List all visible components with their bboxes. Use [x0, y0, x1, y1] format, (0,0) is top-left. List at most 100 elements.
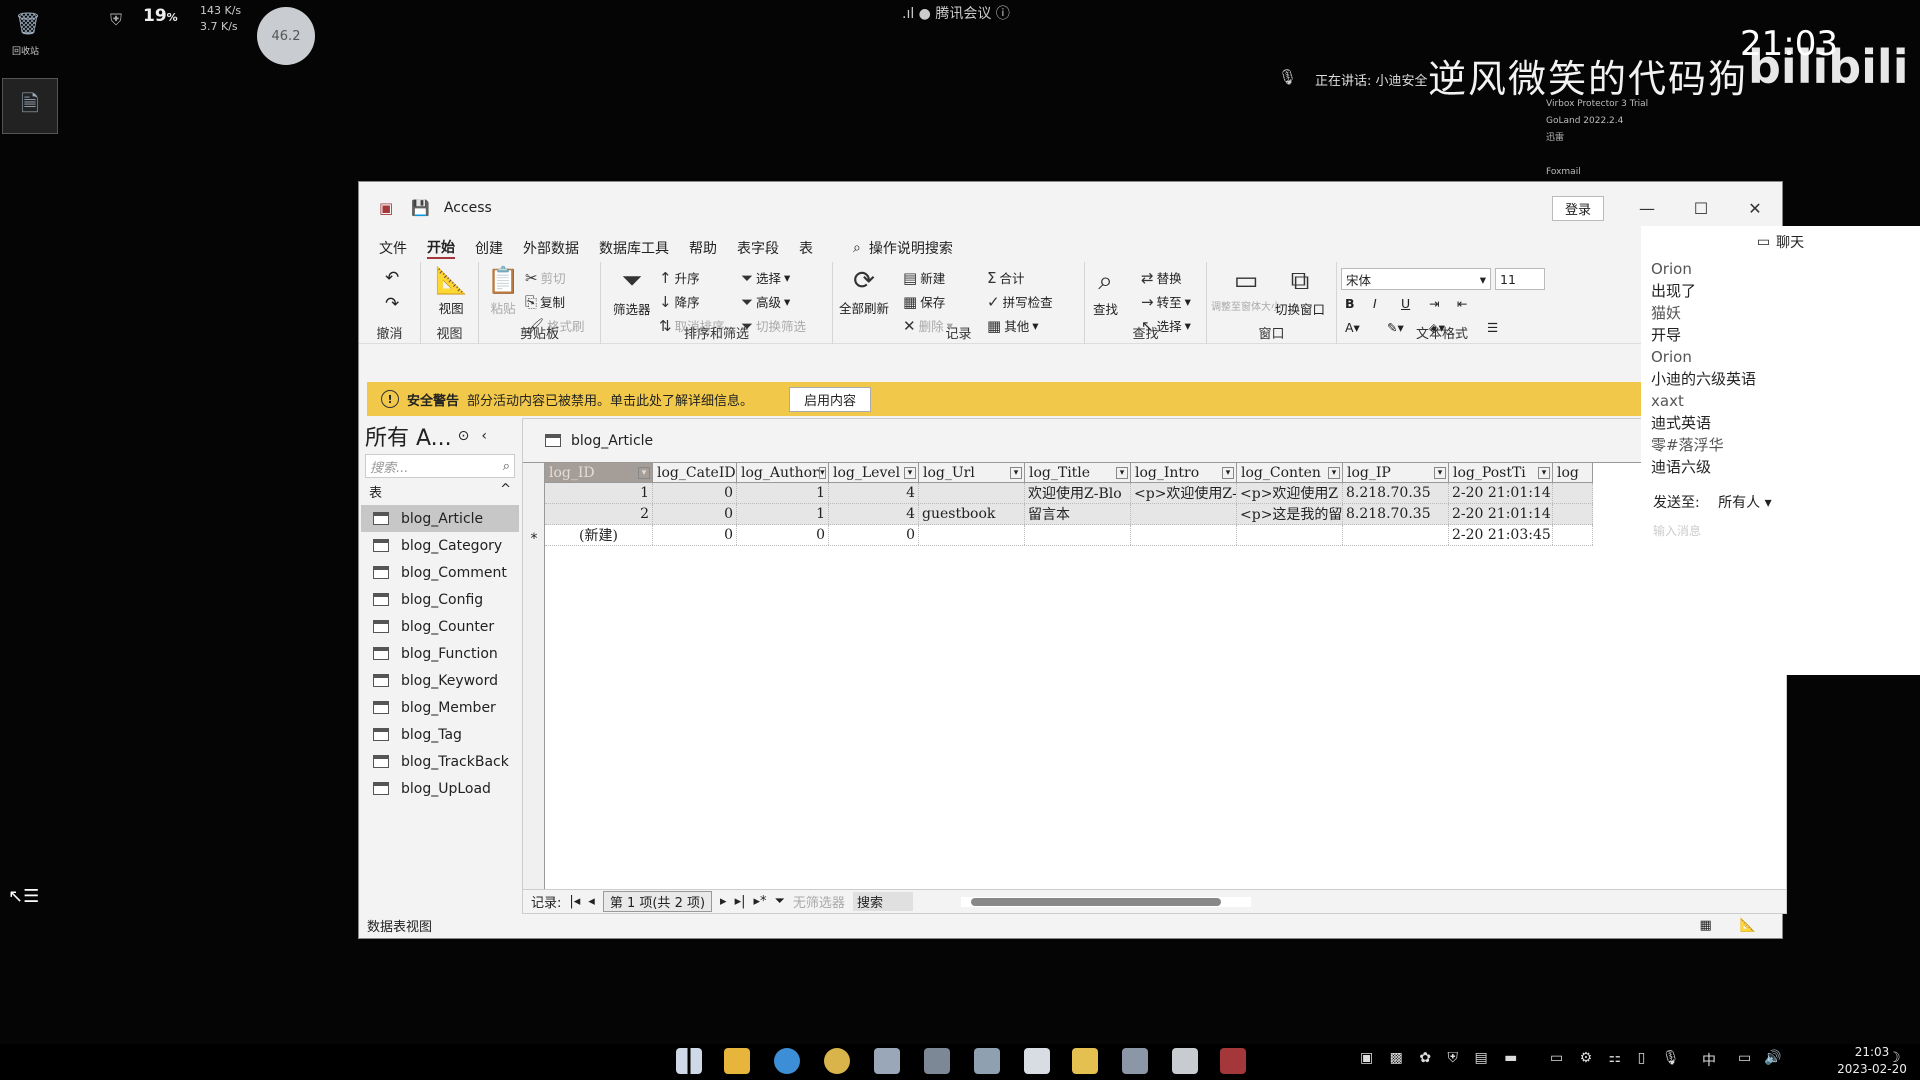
ime-indicator[interactable]: 中	[1702, 1050, 1716, 1070]
italic-icon[interactable]: I	[1373, 296, 1377, 311]
next-record-icon[interactable]: ▸	[720, 894, 727, 909]
nav-table-item[interactable]: blog_Article	[361, 505, 519, 532]
column-header[interactable]: log_CateID▾	[653, 463, 737, 482]
paste-button[interactable]: 📋 粘贴	[487, 266, 519, 317]
record-selector[interactable]: *	[523, 528, 545, 549]
nav-table-item[interactable]: blog_UpLoad	[361, 775, 519, 802]
app-icon[interactable]	[874, 1048, 900, 1074]
enable-content-button[interactable]: 启用内容	[789, 386, 872, 412]
table-cell[interactable]: 8.218.70.35	[1343, 483, 1449, 503]
table-cell[interactable]: 1	[545, 483, 653, 503]
table-cell[interactable]: <p>欢迎使用Z-	[1131, 483, 1237, 503]
nav-table-item[interactable]: blog_TrackBack	[361, 748, 519, 775]
column-filter-icon[interactable]: ▾	[1010, 466, 1022, 479]
save-icon[interactable]: 💾	[411, 199, 430, 217]
tab-create[interactable]: 创建	[475, 238, 503, 258]
chat-input[interactable]: 输入消息	[1641, 512, 1920, 539]
spelling-button[interactable]: ✓ 拼写检查	[987, 292, 1053, 311]
tell-me-search[interactable]: 操作说明搜索	[869, 238, 953, 258]
nav-table-item[interactable]: blog_Counter	[361, 613, 519, 640]
nav-section-tables[interactable]: 表 ^	[361, 478, 519, 505]
column-filter-icon[interactable]: ▾	[1538, 466, 1550, 479]
nav-search-input[interactable]: 搜索... ⌕	[365, 454, 515, 478]
table-cell[interactable]: 2-20 21:01:14	[1449, 483, 1553, 503]
table-cell[interactable]: 4	[829, 504, 919, 524]
datasheet-tab[interactable]: blog_Article	[523, 419, 1786, 463]
access-file-icon[interactable]: 🗎	[2, 78, 58, 134]
underline-icon[interactable]: U	[1401, 296, 1410, 311]
app-icon[interactable]	[1122, 1048, 1148, 1074]
tray-icons[interactable]: ▣ ▩ ✿ ⛨ ▤ ▬	[1360, 1050, 1523, 1066]
prev-record-icon[interactable]: ◂	[588, 894, 595, 909]
table-cell[interactable]: 1	[737, 483, 829, 503]
replace-button[interactable]: ⇄ 替换	[1141, 268, 1182, 287]
table-cell[interactable]	[919, 525, 1025, 545]
send-to-select[interactable]: 所有人 ▾	[1718, 495, 1771, 511]
column-filter-icon[interactable]: ▾	[1116, 466, 1128, 479]
table-cell[interactable]: 0	[737, 525, 829, 545]
record-selector[interactable]	[523, 484, 545, 505]
bold-icon[interactable]: B	[1345, 296, 1355, 311]
start-icon[interactable]	[676, 1048, 702, 1074]
copy-button[interactable]: ⎘ 复制	[525, 292, 565, 311]
outdent-icon[interactable]: ⇤	[1457, 296, 1467, 311]
access-taskbar-icon[interactable]	[1220, 1048, 1246, 1074]
network-icon[interactable]: ▭	[1738, 1050, 1751, 1066]
column-header[interactable]: log_Intro ▾	[1131, 463, 1237, 482]
table-cell[interactable]: 4	[829, 483, 919, 503]
design-view-icon[interactable]: 📐	[1740, 918, 1756, 933]
column-header[interactable]: log_PostTi ▾	[1449, 463, 1553, 482]
volume-icon[interactable]: 🔊	[1764, 1050, 1781, 1066]
table-cell[interactable]: guestbook	[919, 504, 1025, 524]
table-cell[interactable]: 2-20 21:01:14	[1449, 504, 1553, 524]
filter-button[interactable]: ⏷ 筛选器	[613, 266, 651, 318]
table-cell[interactable]: 留言本	[1025, 504, 1131, 524]
table-cell[interactable]: 0	[829, 525, 919, 545]
app-icon[interactable]	[924, 1048, 950, 1074]
app-icon[interactable]	[1172, 1048, 1198, 1074]
indent-icon[interactable]: ⇥	[1429, 296, 1439, 311]
column-header[interactable]: log_Conten ▾	[1237, 463, 1343, 482]
undo-icon[interactable]: ↶	[385, 268, 399, 288]
column-filter-icon[interactable]: ▾	[1434, 466, 1446, 479]
security-message[interactable]: 部分活动内容已被禁用。单击此处了解详细信息。	[467, 390, 753, 409]
collapse-nav-icon[interactable]: ‹	[481, 428, 487, 444]
table-row[interactable]: 2 0 1 4 guestbook 留言本 <p>这是我的留 8.218.70.35 2-20 …	[545, 504, 1593, 525]
sort-desc-button[interactable]: ↓ 降序	[659, 292, 700, 311]
nav-table-item[interactable]: blog_Tag	[361, 721, 519, 748]
column-header[interactable]: log_Title ▾	[1025, 463, 1131, 482]
notify-icons[interactable]: ▭ ⚙ ⚏ ▯ 🎙	[1550, 1050, 1686, 1066]
login-button[interactable]: 登录	[1551, 195, 1604, 221]
panel-item[interactable]: Virbox Protector 3 Trial	[1546, 96, 1648, 113]
nav-table-item[interactable]: blog_Keyword	[361, 667, 519, 694]
column-header[interactable]: log	[1553, 463, 1593, 482]
table-cell[interactable]: 0	[653, 483, 737, 503]
fit-window-button[interactable]: ▭ 调整至窗体大小	[1211, 266, 1281, 313]
selection-button[interactable]: ⏷ 选择 ▾	[741, 268, 790, 287]
nav-table-item[interactable]: blog_Function	[361, 640, 519, 667]
notification-icon[interactable]: ☽	[1888, 1050, 1901, 1066]
table-cell[interactable]	[1237, 525, 1343, 545]
table-cell[interactable]	[919, 483, 1025, 503]
datasheet-search[interactable]: 搜索	[852, 892, 913, 911]
table-cell[interactable]: 2-20 21:03:45	[1449, 525, 1553, 545]
table-cell[interactable]	[1131, 504, 1237, 524]
view-button[interactable]: 📐 视图	[435, 266, 467, 317]
tab-table-fields[interactable]: 表字段	[737, 238, 779, 258]
new-record-nav-icon[interactable]: ▸*	[753, 894, 766, 909]
table-cell[interactable]: 1	[737, 504, 829, 524]
tab-file[interactable]: 文件	[379, 238, 407, 258]
app-icon[interactable]	[974, 1048, 1000, 1074]
table-row[interactable]: (新建) 0 0 0 2-20 21:03:45	[545, 525, 1593, 546]
column-filter-icon[interactable]: ▾	[638, 466, 650, 479]
table-cell[interactable]	[1553, 525, 1593, 545]
security-warning-bar[interactable]: ! 安全警告 部分活动内容已被禁用。单击此处了解详细信息。 启用内容	[367, 382, 1783, 416]
sort-asc-button[interactable]: ↑ 升序	[659, 268, 700, 287]
panel-item[interactable]: 迅雷	[1546, 130, 1648, 147]
column-filter-icon[interactable]: ▾	[1222, 466, 1234, 479]
table-cell[interactable]: 0	[653, 504, 737, 524]
save-record-button[interactable]: ▦ 保存	[903, 292, 945, 311]
table-cell[interactable]: <p>这是我的留	[1237, 504, 1343, 524]
first-record-icon[interactable]: |◂	[569, 894, 580, 909]
recycle-bin-icon[interactable]: 🗑	[12, 6, 44, 42]
